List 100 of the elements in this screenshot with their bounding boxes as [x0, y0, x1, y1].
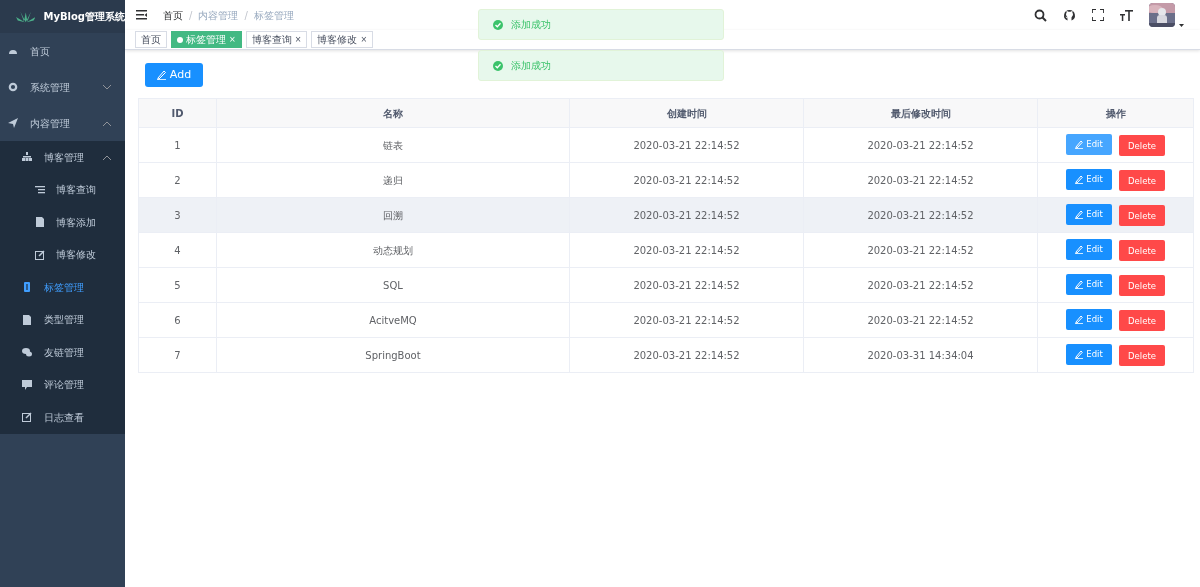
- sidebar-item[interactable]: 日志查看: [0, 401, 125, 434]
- paper-plane-icon: [8, 118, 18, 128]
- edit-button[interactable]: Edit: [1066, 343, 1112, 365]
- pencil-icon: [1075, 174, 1084, 184]
- column-header: 创建时间: [569, 98, 804, 128]
- table-cell: SQL: [216, 267, 570, 303]
- table-cell: 2020-03-21 22:14:52: [803, 197, 1038, 233]
- sidebar-item[interactable]: 首页: [0, 33, 125, 69]
- table-cell: 4: [138, 232, 217, 268]
- list-icon: [35, 184, 45, 195]
- delete-button[interactable]: Delete: [1119, 240, 1165, 262]
- chat-icon: [22, 347, 32, 358]
- table-cell: 2020-03-21 22:14:52: [569, 197, 804, 233]
- pencil-icon: [1075, 314, 1084, 324]
- delete-button[interactable]: Delete: [1119, 345, 1165, 367]
- tag-icon: [22, 282, 32, 293]
- fullscreen-icon[interactable]: [1092, 9, 1104, 21]
- menu-icon: [136, 10, 147, 20]
- table-cell: 2020-03-21 22:14:52: [569, 267, 804, 303]
- column-header: ID: [138, 98, 217, 128]
- close-icon[interactable]: ×: [360, 33, 368, 46]
- edit-button[interactable]: Edit: [1066, 273, 1112, 295]
- document-icon: [22, 314, 32, 325]
- table-cell: 2020-03-21 22:14:52: [569, 337, 804, 373]
- breadcrumb-separator: /: [244, 8, 248, 23]
- check-circle-icon: [493, 60, 503, 71]
- sidebar-item[interactable]: 类型管理: [0, 303, 125, 336]
- table-cell: 2020-03-21 22:14:52: [803, 302, 1038, 338]
- sidebar-item[interactable]: 博客添加: [0, 206, 125, 239]
- tab[interactable]: 首页: [135, 31, 167, 48]
- edit-button[interactable]: Edit: [1066, 308, 1112, 330]
- table-cell: 5: [138, 267, 217, 303]
- collapse-caret-icon: [103, 154, 111, 160]
- table-cell: 2020-03-31 14:34:04: [803, 337, 1038, 373]
- pencil-icon: [156, 70, 166, 80]
- table-cell: 2020-03-21 22:14:52: [803, 232, 1038, 268]
- status-dot-icon: [177, 36, 183, 43]
- comment-icon: [22, 379, 32, 390]
- delete-button[interactable]: Delete: [1119, 170, 1165, 192]
- table-cell: 动态规划: [216, 232, 570, 268]
- sidebar-item[interactable]: 博客修改: [0, 238, 125, 271]
- table-cell: 回溯: [216, 197, 570, 233]
- table-cell: 递归: [216, 162, 570, 198]
- column-header: 操作: [1037, 98, 1194, 128]
- tab[interactable]: 博客修改 ×: [311, 31, 374, 48]
- column-header: 最后修改时间: [803, 98, 1038, 128]
- table-cell: 6: [138, 302, 217, 338]
- sidebar-item[interactable]: 友链管理: [0, 336, 125, 369]
- table-cell: 2020-03-21 22:14:52: [803, 127, 1038, 163]
- sitemap-icon: [22, 152, 32, 163]
- table-cell: 2020-03-21 22:14:52: [569, 127, 804, 163]
- delete-button[interactable]: Delete: [1119, 135, 1165, 157]
- sidebar-item[interactable]: 评论管理: [0, 368, 125, 401]
- edit-button[interactable]: Edit: [1066, 168, 1112, 190]
- table-cell: 2: [138, 162, 217, 198]
- table-cell: 2020-03-21 22:14:52: [803, 162, 1038, 198]
- add-button[interactable]: Add: [145, 63, 203, 87]
- document-icon: [35, 217, 45, 228]
- app-title: MyBlog管理系统: [43, 10, 125, 24]
- sidebar-item[interactable]: 内容管理: [0, 105, 125, 141]
- edit-button[interactable]: Edit: [1066, 238, 1112, 260]
- breadcrumb-separator: /: [189, 8, 193, 23]
- sidebar-item[interactable]: 标签管理: [0, 271, 125, 304]
- table-cell: 2020-03-21 22:14:52: [569, 302, 804, 338]
- expand-caret-icon: [103, 84, 111, 90]
- check-circle-icon: [493, 19, 503, 30]
- pencil-icon: [1075, 209, 1084, 219]
- toast-message: 添加成功: [511, 59, 551, 73]
- font-size-icon[interactable]: [1120, 9, 1133, 21]
- edit-icon: [35, 249, 45, 260]
- close-icon[interactable]: ×: [294, 33, 302, 46]
- collapse-caret-icon: [103, 120, 111, 126]
- table-cell: 7: [138, 337, 217, 373]
- table-cell: 2020-03-21 22:14:52: [569, 232, 804, 268]
- table-cell: 链表: [216, 127, 570, 163]
- pencil-icon: [1075, 279, 1084, 289]
- pencil-icon: [1075, 244, 1084, 254]
- table-cell: 2020-03-21 22:14:52: [569, 162, 804, 198]
- sidebar-item[interactable]: 博客管理: [0, 141, 125, 174]
- caret-icon: [1179, 24, 1184, 27]
- sidebar-item[interactable]: 博客查询: [0, 173, 125, 206]
- edit-button[interactable]: Edit: [1066, 203, 1112, 225]
- search-icon[interactable]: [1034, 8, 1047, 22]
- column-header: 名称: [216, 98, 570, 128]
- cat-icon[interactable]: [1063, 8, 1076, 22]
- table-cell: AcitveMQ: [216, 302, 570, 338]
- table-cell: 1: [138, 127, 217, 163]
- settings-icon: [8, 82, 18, 92]
- tab[interactable]: 博客查询 ×: [245, 31, 308, 48]
- edit-icon: [22, 412, 32, 423]
- table-cell: 3: [138, 197, 217, 233]
- table-cell: SpringBoot: [216, 337, 570, 373]
- delete-button[interactable]: Delete: [1119, 205, 1165, 227]
- delete-button[interactable]: Delete: [1119, 310, 1165, 332]
- delete-button[interactable]: Delete: [1119, 275, 1165, 297]
- toast-message: 添加成功: [511, 18, 551, 32]
- sidebar-item[interactable]: 系统管理: [0, 69, 125, 105]
- pencil-icon: [1075, 139, 1084, 149]
- breadcrumb-link[interactable]: 首页: [163, 7, 183, 23]
- table-cell: 2020-03-21 22:14:52: [803, 267, 1038, 303]
